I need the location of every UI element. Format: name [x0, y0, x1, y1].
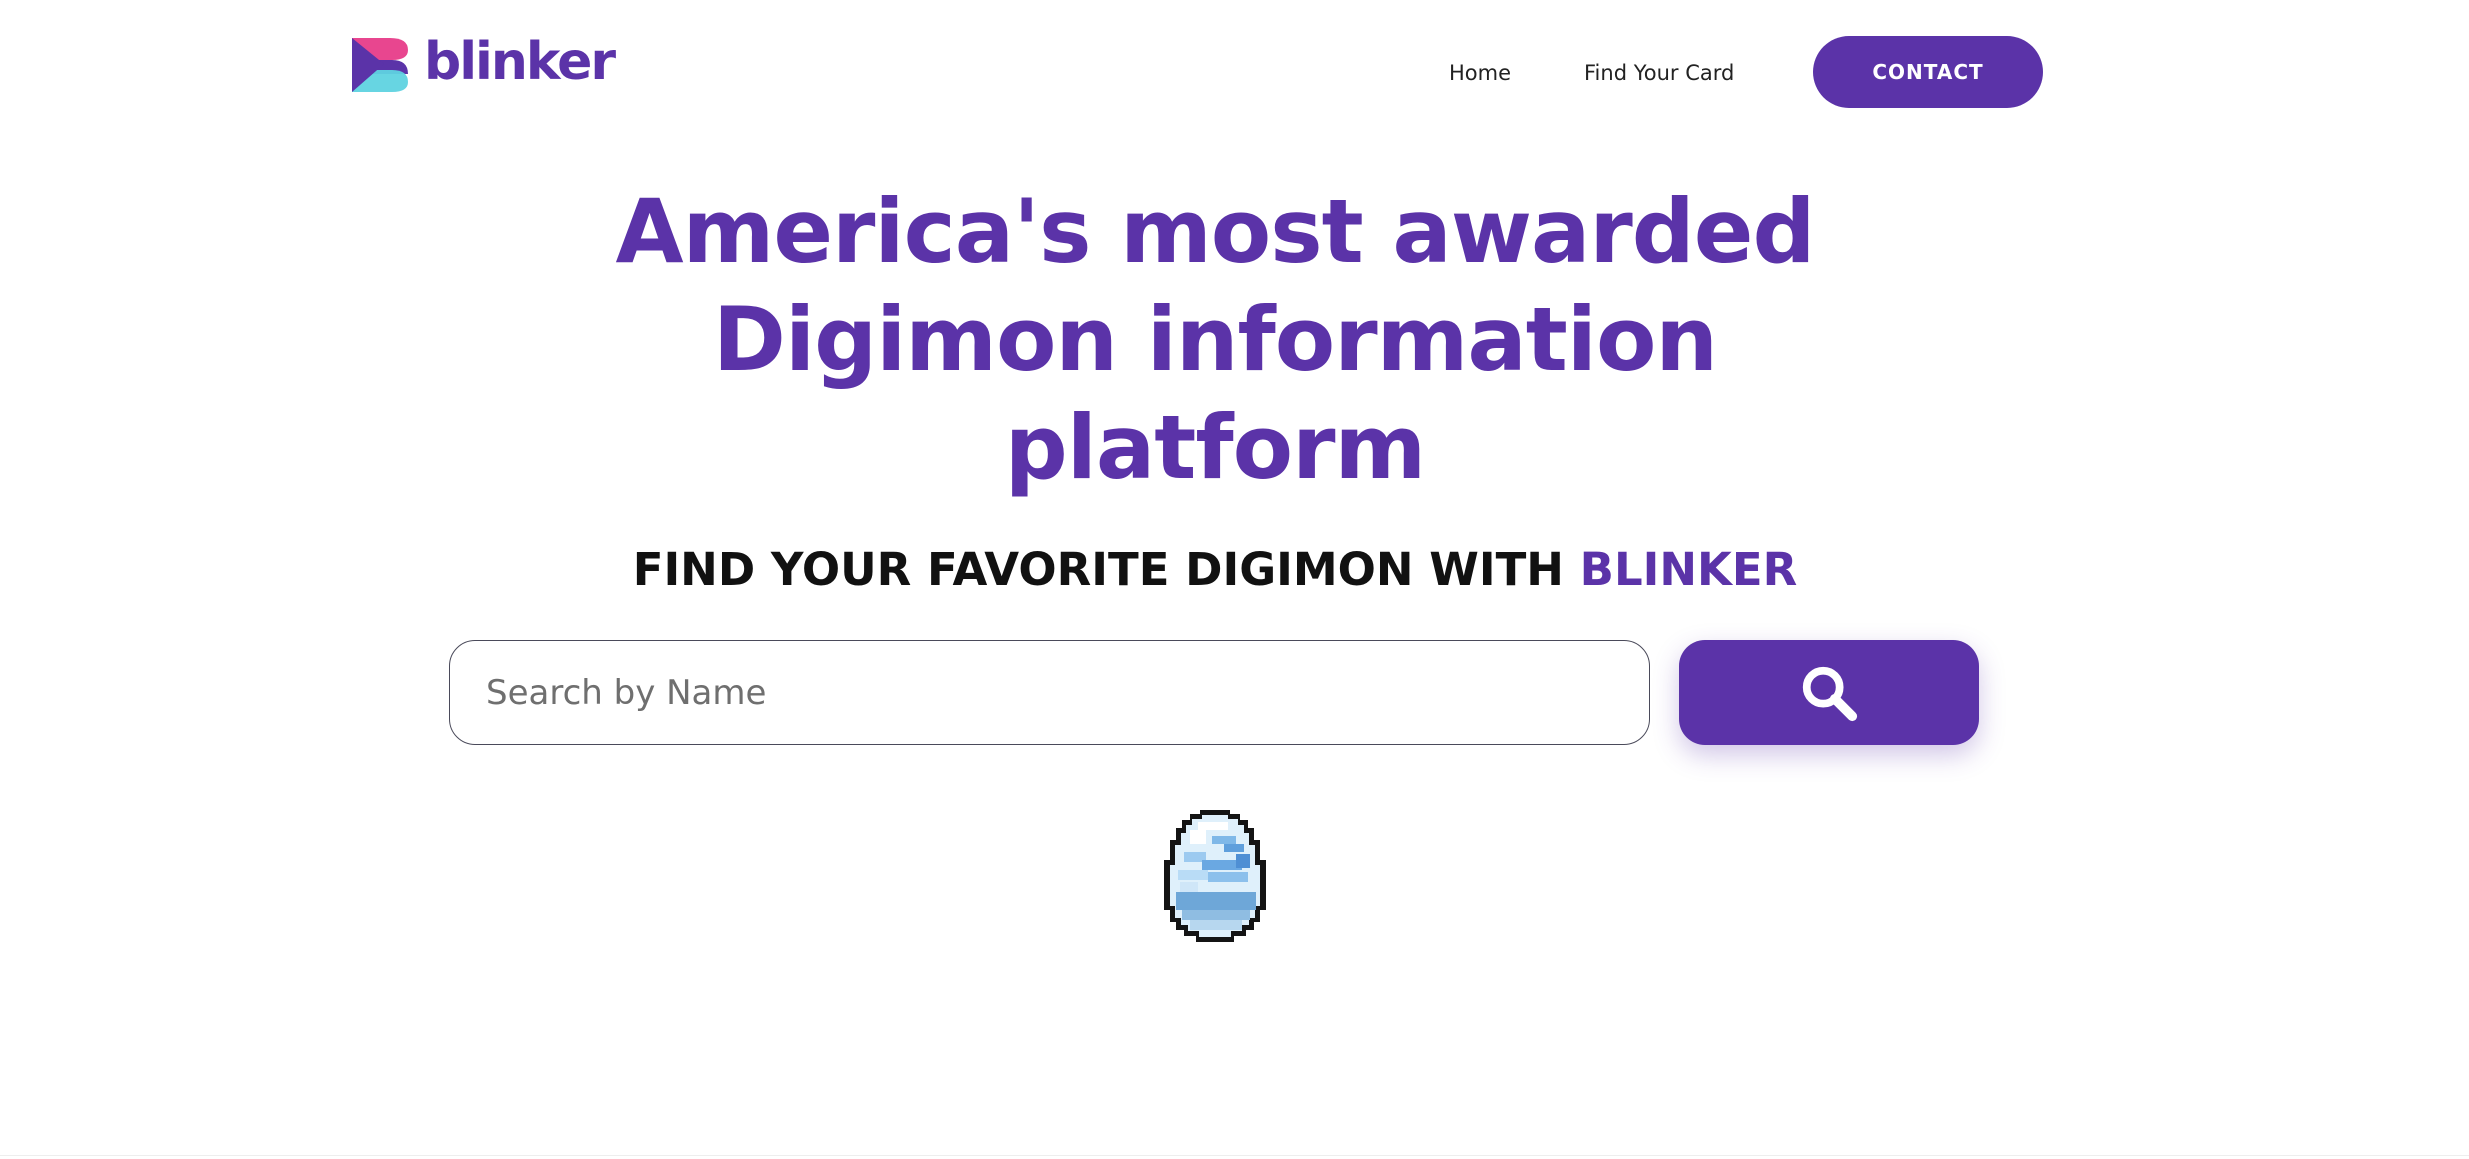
search-button[interactable] [1679, 640, 1979, 745]
digimon-egg-icon [1164, 810, 1266, 942]
blinker-logo-icon [352, 38, 408, 92]
logo-text: blinker [424, 32, 616, 92]
nav-link-find-your-card[interactable]: Find Your Card [1584, 58, 1734, 88]
hero-subtitle: FIND YOUR FAVORITE DIGIMON WITH BLINKER [480, 540, 1950, 600]
search-icon [1802, 666, 1858, 721]
footer-divider [0, 1155, 2469, 1156]
page: blinker Home Find Your Card CONTACT Amer… [0, 0, 2469, 1159]
search-input[interactable] [449, 640, 1650, 745]
nav-link-home[interactable]: Home [1449, 58, 1511, 88]
hero-subtitle-prefix: FIND YOUR FAVORITE DIGIMON WITH [632, 543, 1580, 596]
blinker-logo[interactable]: blinker [348, 32, 616, 96]
hero-title: America's most awarded Digimon informati… [615, 180, 1816, 499]
contact-button[interactable]: CONTACT [1813, 36, 2043, 108]
hero-subtitle-brand: BLINKER [1579, 543, 1798, 596]
